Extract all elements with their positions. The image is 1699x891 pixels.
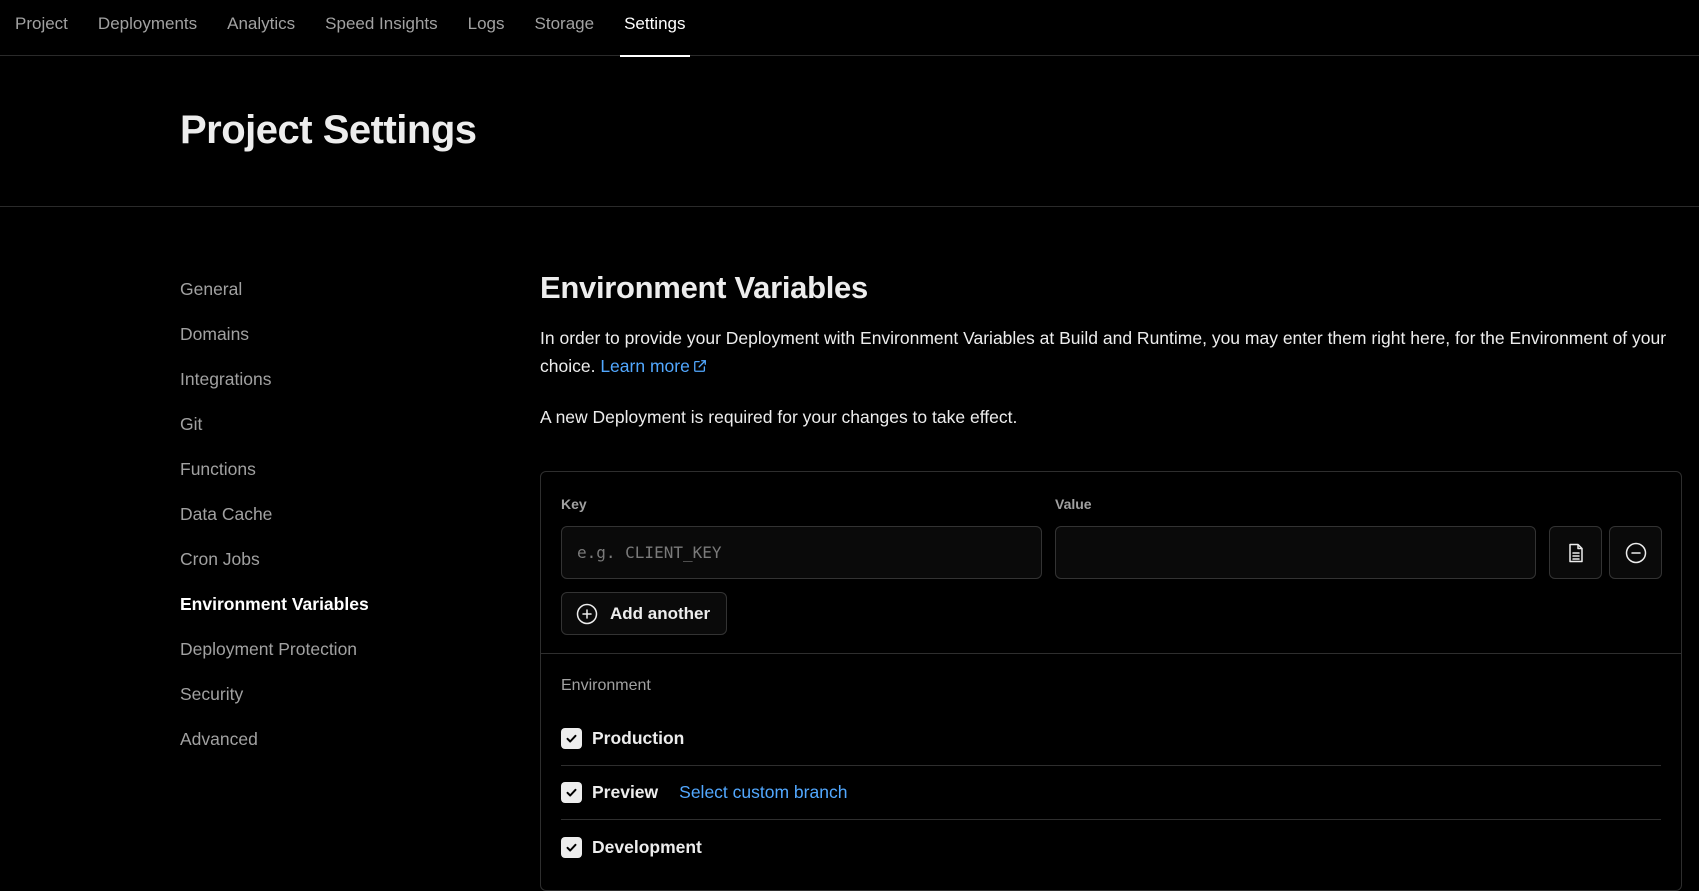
- sidebar-item-integrations[interactable]: Integrations: [180, 360, 480, 405]
- tab-speed-insights[interactable]: Speed Insights: [325, 0, 437, 56]
- plus-circle-icon: [576, 603, 598, 624]
- tab-settings[interactable]: Settings: [620, 0, 690, 57]
- main-content: Environment Variables In order to provid…: [540, 270, 1682, 891]
- key-input[interactable]: [561, 526, 1042, 579]
- page-title: Project Settings: [180, 108, 477, 152]
- env-row-production: Production: [561, 712, 1661, 766]
- check-icon: [566, 734, 577, 743]
- tab-project[interactable]: Project: [15, 0, 68, 56]
- page-header: Project Settings: [0, 56, 1699, 207]
- sidebar-item-functions[interactable]: Functions: [180, 450, 480, 495]
- sidebar-item-advanced[interactable]: Advanced: [180, 720, 480, 765]
- value-input[interactable]: [1055, 526, 1536, 579]
- development-checkbox[interactable]: [561, 836, 582, 858]
- deployment-notice: A new Deployment is required for your ch…: [540, 407, 1018, 427]
- sidebar-item-data-cache[interactable]: Data Cache: [180, 495, 480, 540]
- import-env-button[interactable]: [1549, 526, 1602, 579]
- minus-circle-icon: [1625, 542, 1646, 563]
- tab-analytics[interactable]: Analytics: [227, 0, 295, 56]
- tab-logs[interactable]: Logs: [468, 0, 505, 56]
- sidebar-item-deployment-protection[interactable]: Deployment Protection: [180, 630, 480, 675]
- document-icon: [1568, 543, 1583, 562]
- select-custom-branch-link[interactable]: Select custom branch: [679, 782, 847, 803]
- learn-more-link[interactable]: Learn more: [600, 356, 707, 376]
- value-label: Value: [1055, 496, 1092, 512]
- remove-row-button[interactable]: [1609, 526, 1662, 579]
- sidebar-item-environment-variables[interactable]: Environment Variables: [180, 585, 480, 630]
- sidebar-item-git[interactable]: Git: [180, 405, 480, 450]
- env-row-development: Development: [561, 820, 1661, 874]
- production-checkbox[interactable]: [561, 728, 582, 749]
- top-nav: Project Deployments Analytics Speed Insi…: [0, 0, 1699, 57]
- sidebar-item-security[interactable]: Security: [180, 675, 480, 720]
- check-icon: [566, 788, 577, 797]
- add-another-label: Add another: [610, 603, 711, 623]
- env-row-preview: Preview Select custom branch: [561, 766, 1661, 820]
- development-label[interactable]: Development: [592, 837, 702, 858]
- learn-more-label: Learn more: [600, 356, 690, 376]
- environment-label: Environment: [561, 677, 651, 694]
- settings-sidebar: General Domains Integrations Git Functio…: [180, 270, 480, 765]
- preview-checkbox[interactable]: [561, 782, 582, 803]
- tab-storage[interactable]: Storage: [535, 0, 595, 56]
- key-label: Key: [561, 496, 587, 512]
- check-icon: [566, 843, 577, 851]
- add-another-button[interactable]: Add another: [561, 592, 727, 635]
- sidebar-item-domains[interactable]: Domains: [180, 315, 480, 360]
- form-divider: [541, 653, 1681, 654]
- tab-deployments[interactable]: Deployments: [98, 0, 197, 56]
- section-description: In order to provide your Deployment with…: [540, 324, 1680, 380]
- preview-label[interactable]: Preview: [592, 782, 658, 803]
- sidebar-item-cron-jobs[interactable]: Cron Jobs: [180, 540, 480, 585]
- env-var-form-card: Key Value Add another Environme: [540, 471, 1682, 891]
- description-text: In order to provide your Deployment with…: [540, 328, 1667, 376]
- section-title: Environment Variables: [540, 270, 868, 305]
- external-link-icon: [693, 360, 706, 372]
- production-label[interactable]: Production: [592, 728, 684, 749]
- sidebar-item-general[interactable]: General: [180, 270, 480, 315]
